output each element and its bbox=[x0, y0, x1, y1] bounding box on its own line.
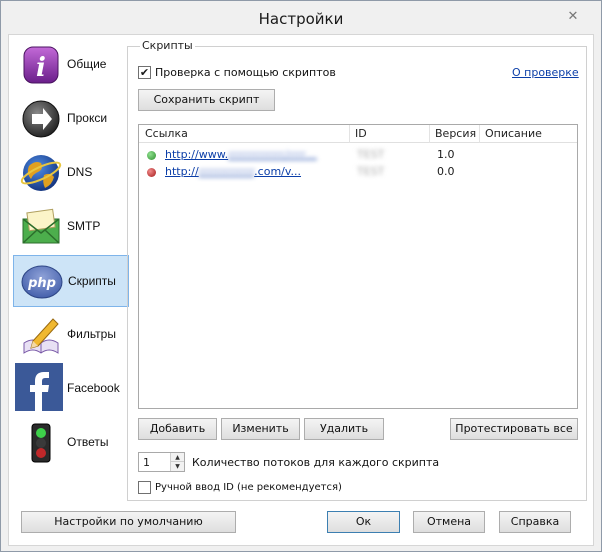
script-id: TEST bbox=[357, 165, 385, 178]
checkmark-icon: ✔ bbox=[139, 66, 150, 79]
about-check-link[interactable]: О проверке bbox=[512, 66, 579, 79]
edit-script-button[interactable]: Изменить bbox=[221, 418, 300, 440]
link-prefix: http://www. bbox=[165, 148, 229, 161]
nav-label-proxy: Прокси bbox=[67, 111, 108, 125]
link-redacted: rrrrrrrrrrrrr bbox=[198, 165, 255, 178]
delete-script-button[interactable]: Удалить bbox=[304, 418, 384, 440]
col-version[interactable]: Версия bbox=[435, 127, 476, 140]
nav-item-dns[interactable]: DNS bbox=[13, 147, 129, 199]
col-description[interactable]: Описание bbox=[485, 127, 542, 140]
script-link[interactable]: http://rrrrrrrrrrrrr.com/v... bbox=[165, 165, 301, 178]
scripts-table: Ссылка ID Версия Описание http://www.rrr… bbox=[138, 124, 578, 409]
window-title: Настройки bbox=[258, 10, 344, 28]
spin-down-icon[interactable]: ▼ bbox=[171, 462, 184, 471]
scripts-group: Скрипты ✔ Проверка с помощью скриптов О … bbox=[127, 39, 587, 501]
nav-item-proxy[interactable]: Прокси bbox=[13, 93, 129, 145]
cancel-button[interactable]: Отмена bbox=[413, 511, 485, 533]
status-ok-icon bbox=[147, 151, 156, 160]
settings-window: Настройки ✕ i Общие Прокси DNS SMTP php … bbox=[0, 0, 602, 552]
threads-label: Количество потоков для каждого скрипта bbox=[192, 456, 440, 469]
script-version: 1.0 bbox=[437, 148, 455, 161]
php-icon: php bbox=[21, 265, 63, 299]
link-prefix: http:// bbox=[165, 165, 199, 178]
save-script-button[interactable]: Сохранить скрипт bbox=[138, 89, 275, 111]
group-title: Скрипты bbox=[140, 39, 195, 52]
status-error-icon bbox=[147, 168, 156, 177]
nav-label-smtp: SMTP bbox=[67, 219, 101, 233]
ok-button[interactable]: Ок bbox=[327, 511, 400, 533]
nav-item-filters[interactable]: Фильтры bbox=[13, 309, 129, 361]
title-bar: Настройки ✕ bbox=[1, 1, 601, 37]
nav-label-facebook: Facebook bbox=[67, 381, 120, 395]
col-separator bbox=[349, 125, 350, 143]
nav-item-general[interactable]: i Общие bbox=[13, 39, 129, 91]
envelope-icon bbox=[22, 208, 60, 244]
pencil-book-icon bbox=[23, 318, 59, 354]
nav-label-dns: DNS bbox=[67, 165, 93, 179]
nav-item-facebook[interactable]: Facebook bbox=[13, 363, 129, 415]
script-version: 0.0 bbox=[437, 165, 455, 178]
spin-up-icon[interactable]: ▲ bbox=[171, 453, 184, 462]
check-scripts-label: Проверка с помощью скриптов bbox=[155, 66, 336, 79]
add-script-button[interactable]: Добавить bbox=[138, 418, 217, 440]
nav-label-filters: Фильтры bbox=[67, 327, 116, 341]
threads-value[interactable]: 1 bbox=[143, 456, 150, 469]
table-row[interactable]: http://www.rrrrrrrrrrrrr/rrrr… TEST 1.0 bbox=[139, 147, 577, 164]
col-id[interactable]: ID bbox=[355, 127, 367, 140]
nav-label-general: Общие bbox=[67, 57, 107, 71]
nav-label-responses: Ответы bbox=[67, 435, 109, 449]
globe-icon bbox=[20, 155, 62, 191]
help-button[interactable]: Справка bbox=[499, 511, 571, 533]
col-separator bbox=[429, 125, 430, 143]
info-icon: i bbox=[23, 46, 59, 84]
nav-item-responses[interactable]: Ответы bbox=[13, 417, 129, 469]
nav-label-scripts: Скрипты bbox=[68, 274, 116, 288]
svg-text:i: i bbox=[36, 53, 46, 83]
col-separator bbox=[479, 125, 480, 143]
test-all-button[interactable]: Протестировать все bbox=[450, 418, 578, 440]
manual-id-label: Ручной ввод ID (не рекомендуется) bbox=[155, 482, 342, 493]
svg-text:php: php bbox=[27, 276, 56, 291]
script-link[interactable]: http://www.rrrrrrrrrrrrr/rrrr… bbox=[165, 148, 317, 161]
spinner-buttons: ▲ ▼ bbox=[170, 453, 184, 471]
link-suffix: .com/v... bbox=[254, 165, 302, 178]
link-redacted: rrrrrrrrrrrrr/rrrr… bbox=[228, 148, 317, 161]
dialog-client: i Общие Прокси DNS SMTP php Скрипты Филь… bbox=[8, 34, 594, 546]
nav-item-smtp[interactable]: SMTP bbox=[13, 201, 129, 253]
reset-defaults-button[interactable]: Настройки по умолчанию bbox=[21, 511, 236, 533]
nav-item-scripts[interactable]: php Скрипты bbox=[13, 255, 129, 307]
traffic-light-icon bbox=[31, 423, 51, 463]
close-icon[interactable]: ✕ bbox=[561, 7, 585, 27]
table-header: Ссылка ID Версия Описание bbox=[139, 125, 577, 143]
col-link[interactable]: Ссылка bbox=[145, 127, 188, 140]
proxy-arrow-icon bbox=[22, 100, 60, 138]
table-row[interactable]: http://rrrrrrrrrrrrr.com/v... TEST 0.0 bbox=[139, 164, 577, 181]
manual-id-checkbox[interactable] bbox=[138, 481, 151, 494]
check-scripts-checkbox[interactable]: ✔ bbox=[138, 66, 151, 79]
facebook-icon bbox=[15, 363, 63, 411]
threads-spinner[interactable]: 1 ▲ ▼ bbox=[138, 452, 185, 472]
script-id: TEST bbox=[357, 148, 385, 161]
